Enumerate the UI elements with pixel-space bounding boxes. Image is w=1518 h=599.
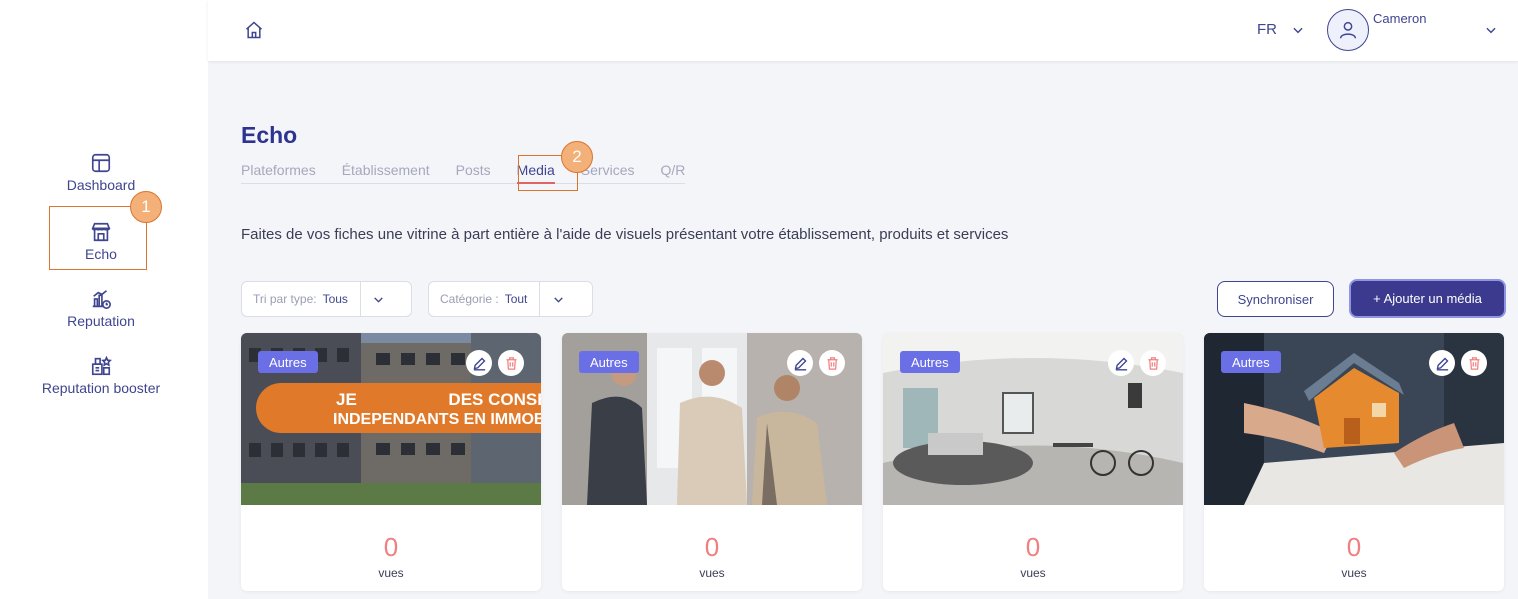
annotation-step-1: 1 bbox=[130, 191, 162, 223]
page-description: Faites de vos fiches une vitrine à part … bbox=[241, 226, 1009, 243]
media-card[interactable]: Autres 0 vues bbox=[883, 333, 1183, 591]
views-label: vues bbox=[1020, 566, 1046, 580]
image-overlay-text-highlight: RECRUTE bbox=[362, 390, 444, 409]
image-overlay-text: JE bbox=[336, 390, 362, 409]
chevron-down-icon[interactable] bbox=[1484, 23, 1498, 37]
trash-icon bbox=[506, 356, 516, 370]
main-content: FR Cameron Echo Plateformes Établissemen… bbox=[208, 0, 1518, 599]
chevron-down-icon bbox=[554, 296, 563, 303]
edit-button[interactable] bbox=[787, 350, 813, 376]
edit-button[interactable] bbox=[1108, 350, 1134, 376]
sidebar-item-dashboard[interactable]: Dashboard bbox=[0, 152, 202, 193]
filter-type-dropdown[interactable] bbox=[361, 293, 397, 306]
filter-category-dropdown[interactable] bbox=[540, 293, 576, 306]
chevron-down-icon bbox=[1293, 27, 1303, 33]
sidebar-item-reputation-booster[interactable]: Reputation booster bbox=[0, 355, 202, 396]
views-label: vues bbox=[378, 566, 404, 580]
filter-category-value: Tout bbox=[504, 292, 528, 306]
trash-icon bbox=[1469, 356, 1479, 370]
category-badge: Autres bbox=[900, 351, 960, 373]
top-bar: FR Cameron bbox=[208, 0, 1518, 61]
filter-category-label: Catégorie : bbox=[440, 292, 499, 306]
image-overlay-text: INDEPENDANTS EN IMMOBIL bbox=[333, 411, 541, 428]
tab-etablissement[interactable]: Établissement bbox=[342, 162, 430, 183]
views-count: 0 bbox=[704, 532, 720, 562]
avatar[interactable] bbox=[1327, 9, 1369, 51]
svg-text:JE RECRUTE DES CONSEILL: JE RECRUTE DES CONSEILL bbox=[336, 390, 541, 409]
category-badge: Autres bbox=[258, 351, 318, 373]
reputation-icon bbox=[92, 290, 111, 309]
views-label: vues bbox=[699, 566, 725, 580]
filter-type-label: Tri par type: bbox=[253, 292, 317, 306]
media-card[interactable]: JE RECRUTE DES CONSEILL INDEPENDANTS EN … bbox=[241, 333, 541, 591]
page-title: Echo bbox=[241, 122, 298, 148]
dashboard-icon bbox=[91, 153, 111, 173]
filter-category[interactable]: Catégorie : Tout bbox=[428, 281, 593, 317]
sidebar-item-label: Reputation bbox=[67, 313, 135, 329]
sidebar-item-label: Reputation booster bbox=[41, 380, 161, 396]
language-selector[interactable]: FR bbox=[1257, 21, 1305, 38]
edit-button[interactable] bbox=[466, 350, 492, 376]
pencil-icon bbox=[794, 357, 806, 370]
category-badge: Autres bbox=[579, 351, 639, 373]
tab-posts[interactable]: Posts bbox=[456, 162, 491, 183]
pencil-icon bbox=[473, 357, 485, 370]
home-icon[interactable] bbox=[244, 20, 264, 40]
pencil-icon bbox=[1436, 357, 1448, 370]
user-icon bbox=[1339, 21, 1357, 39]
edit-button[interactable] bbox=[1429, 350, 1455, 376]
pencil-icon bbox=[1115, 357, 1127, 370]
sidebar-item-label: Dashboard bbox=[66, 177, 136, 193]
tab-qr[interactable]: Q/R bbox=[660, 162, 685, 183]
add-media-button[interactable]: + Ajouter un média bbox=[1349, 279, 1506, 318]
filter-type[interactable]: Tri par type: Tous bbox=[241, 281, 412, 317]
tab-plateformes[interactable]: Plateformes bbox=[241, 162, 316, 183]
views-count: 0 bbox=[1025, 532, 1041, 562]
sidebar: Dashboard Echo Reputation Reputation boo… bbox=[0, 0, 208, 599]
tab-bar: Plateformes Établissement Posts Media Se… bbox=[241, 162, 686, 184]
views-label: vues bbox=[1341, 566, 1367, 580]
views-count: 0 bbox=[383, 532, 399, 562]
booster-icon bbox=[91, 355, 112, 376]
views-count: 0 bbox=[1346, 532, 1362, 562]
delete-button[interactable] bbox=[1461, 350, 1487, 376]
delete-button[interactable] bbox=[498, 350, 524, 376]
filter-type-value: Tous bbox=[322, 292, 348, 306]
delete-button[interactable] bbox=[1140, 350, 1166, 376]
annotation-step-2: 2 bbox=[561, 141, 593, 173]
user-name[interactable]: Cameron bbox=[1373, 11, 1426, 26]
delete-button[interactable] bbox=[819, 350, 845, 376]
trash-icon bbox=[827, 356, 837, 370]
category-badge: Autres bbox=[1221, 351, 1281, 373]
language-label: FR bbox=[1257, 21, 1277, 38]
image-overlay-text: DES CONSEILL bbox=[444, 390, 541, 409]
chevron-down-icon bbox=[374, 296, 384, 303]
sidebar-item-reputation[interactable]: Reputation bbox=[0, 288, 202, 329]
synchronize-button[interactable]: Synchroniser bbox=[1217, 281, 1334, 317]
trash-icon bbox=[1148, 356, 1158, 370]
media-card[interactable]: Autres 0 vues bbox=[562, 333, 862, 591]
media-card[interactable]: Autres 0 vues bbox=[1204, 333, 1504, 591]
